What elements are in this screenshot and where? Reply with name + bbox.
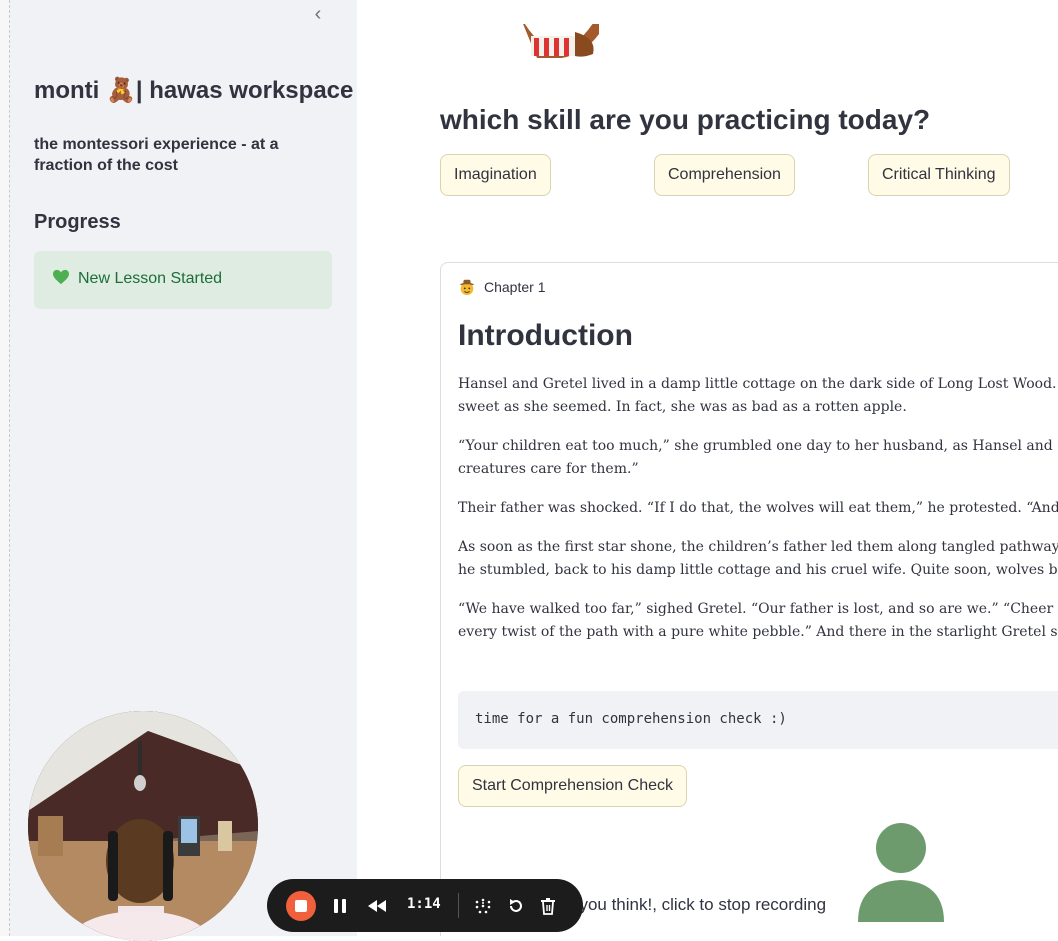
progress-heading: Progress — [34, 211, 121, 233]
workspace-subtitle: the montessori experience - at a fractio… — [34, 136, 279, 174]
sidebar: ‹ monti 🧸| hawas workspace the montessor… — [10, 0, 357, 941]
webcam-video-feed — [28, 711, 258, 941]
rewind-button[interactable] — [365, 879, 389, 932]
stop-icon — [286, 890, 316, 921]
stop-recording-button[interactable] — [284, 879, 318, 932]
skill-question-heading: which skill are you practicing today? — [440, 104, 931, 135]
chapter-card: Chapter 1 Introduction Hansel and Gretel… — [440, 262, 1058, 936]
chapter-text: Chapter 1 — [484, 279, 546, 295]
toolbar-divider — [458, 893, 459, 918]
delete-button[interactable] — [537, 879, 559, 932]
main-content: which skill are you practicing today? Im… — [357, 0, 1058, 936]
status-text: New Lesson Started — [78, 270, 223, 287]
grid-button[interactable] — [471, 879, 495, 932]
workspace-title: monti 🧸| hawas workspace — [34, 77, 354, 104]
skill-button-imagination[interactable]: Imagination — [440, 154, 551, 196]
trash-icon — [541, 897, 555, 915]
user-avatar-icon[interactable] — [856, 822, 946, 924]
rewind-icon — [368, 899, 386, 912]
recording-timer: 1:14 — [407, 896, 441, 912]
story-paragraph: Their father was shocked. “If I do that,… — [458, 500, 1058, 516]
cowboy-emoji-icon — [459, 279, 475, 296]
story-paragraph: Hansel and Gretel lived in a damp little… — [458, 376, 1058, 415]
section-title: Introduction — [458, 319, 633, 352]
recording-instruction[interactable]: t you think!, click to stop recording — [570, 895, 826, 915]
window-edge — [0, 0, 10, 936]
dot-grid-icon — [475, 898, 491, 913]
collapse-sidebar-icon[interactable]: ‹ — [306, 2, 330, 26]
recording-toolbar: 1:14 — [267, 879, 583, 932]
story-paragraph: As soon as the first star shone, the chi… — [458, 539, 1058, 578]
start-comprehension-check-button[interactable]: Start Comprehension Check — [458, 765, 687, 807]
story-paragraph: “Your children eat too much,” she grumbl… — [458, 438, 1058, 477]
code-block: time for a fun comprehension check :) — [458, 691, 1058, 749]
restart-icon — [510, 898, 522, 912]
skill-button-comprehension[interactable]: Comprehension — [654, 154, 795, 196]
webcam-preview — [28, 711, 258, 941]
restart-button[interactable] — [505, 879, 527, 932]
mascot-image — [517, 24, 601, 58]
green-heart-icon — [53, 269, 69, 285]
chapter-label: Chapter 1 — [458, 278, 545, 296]
pause-button[interactable] — [329, 879, 351, 932]
skill-button-critical-thinking[interactable]: Critical Thinking — [868, 154, 1010, 196]
pause-icon — [334, 898, 346, 913]
story-paragraph: “We have walked too far,” sighed Gretel.… — [458, 601, 1058, 640]
story-text: Hansel and Gretel lived in a damp little… — [458, 373, 1058, 660]
lesson-status-alert: New Lesson Started — [34, 251, 332, 309]
